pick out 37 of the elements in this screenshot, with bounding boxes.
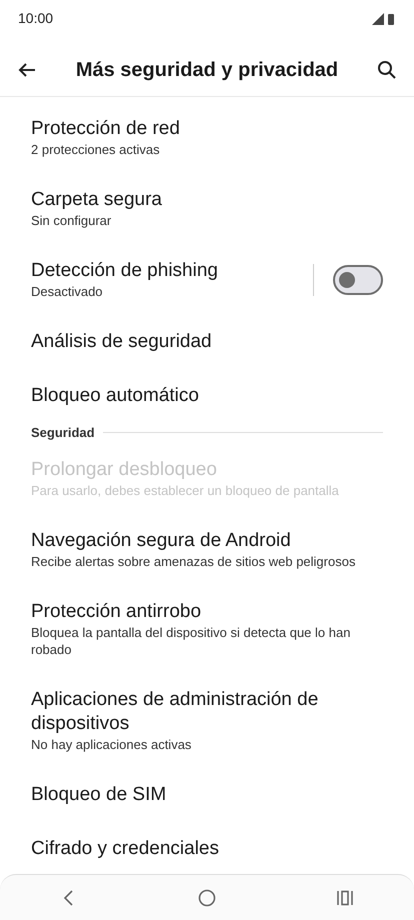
setting-subtitle: Desactivado (31, 283, 104, 300)
setting-item[interactable]: Carpeta segura Sin configurar (0, 173, 414, 244)
setting-subtitle: Recibe alertas sobre amenazas de sitios web peligrosos (31, 552, 356, 570)
setting-title: Protección antirrobo (31, 600, 202, 624)
setting-subtitle: 2 protecciones activas (31, 141, 161, 158)
setting-title: Cifrado y credenciales (31, 836, 220, 860)
setting-title: Protección de red (31, 117, 181, 141)
setting-subtitle: Sin configurar (31, 212, 112, 229)
setting-item[interactable]: Navegación segura de Android Recibe alertas sobre amenazas de sitios web peligrosos (0, 514, 414, 584)
setting-item[interactable]: Bloqueo de SIM (0, 768, 414, 822)
setting-title: Aplicaciones de administración de dispositivos (31, 688, 320, 736)
toggle-switch[interactable] (333, 264, 383, 294)
setting-item[interactable]: Aplicaciones de administración de dispositivos No hay aplicaciones activas (0, 672, 414, 768)
back-icon[interactable] (62, 890, 75, 906)
setting-item[interactable]: Análisis de seguridad (0, 315, 414, 369)
setting-item[interactable]: Protección antirrobo Bloquea la pantalla del dispositivo si detecta que lo han robado (0, 584, 414, 672)
setting-item[interactable]: Bloqueo automático (0, 369, 414, 423)
setting-subtitle: Para usarlo, debes establecer un bloqueo de pantalla (31, 482, 340, 498)
setting-title: Análisis de seguridad (31, 330, 213, 354)
signal-battery-icon (372, 13, 396, 25)
setting-title: Bloqueo de SIM (31, 782, 168, 806)
setting-title: Bloqueo automático (31, 384, 200, 408)
setting-subtitle: Bloquea la pantalla del dispositivo si detecta que lo han robado (31, 624, 352, 658)
status-time: 10:00 (18, 9, 54, 28)
setting-title: Carpeta segura (31, 188, 163, 212)
toggle-setting[interactable]: Detección de phishing Desactivado (0, 244, 414, 315)
setting-title: Prolongar desbloqueo (31, 458, 218, 482)
setting-title: Detección de phishing (31, 259, 219, 283)
recent-apps-icon[interactable] (336, 890, 354, 906)
setting-subtitle: No hay aplicaciones activas (31, 736, 192, 752)
home-icon[interactable] (198, 888, 216, 906)
section-header: Seguridad (31, 424, 95, 442)
setting-item[interactable]: Cifrado y credenciales (0, 822, 414, 874)
setting-item[interactable]: Protección de red 2 protecciones activas (0, 102, 414, 173)
setting-title: Navegación segura de Android (31, 528, 292, 552)
page-title: Más seguridad y privacidad (74, 58, 340, 82)
search-icon[interactable] (377, 60, 397, 80)
